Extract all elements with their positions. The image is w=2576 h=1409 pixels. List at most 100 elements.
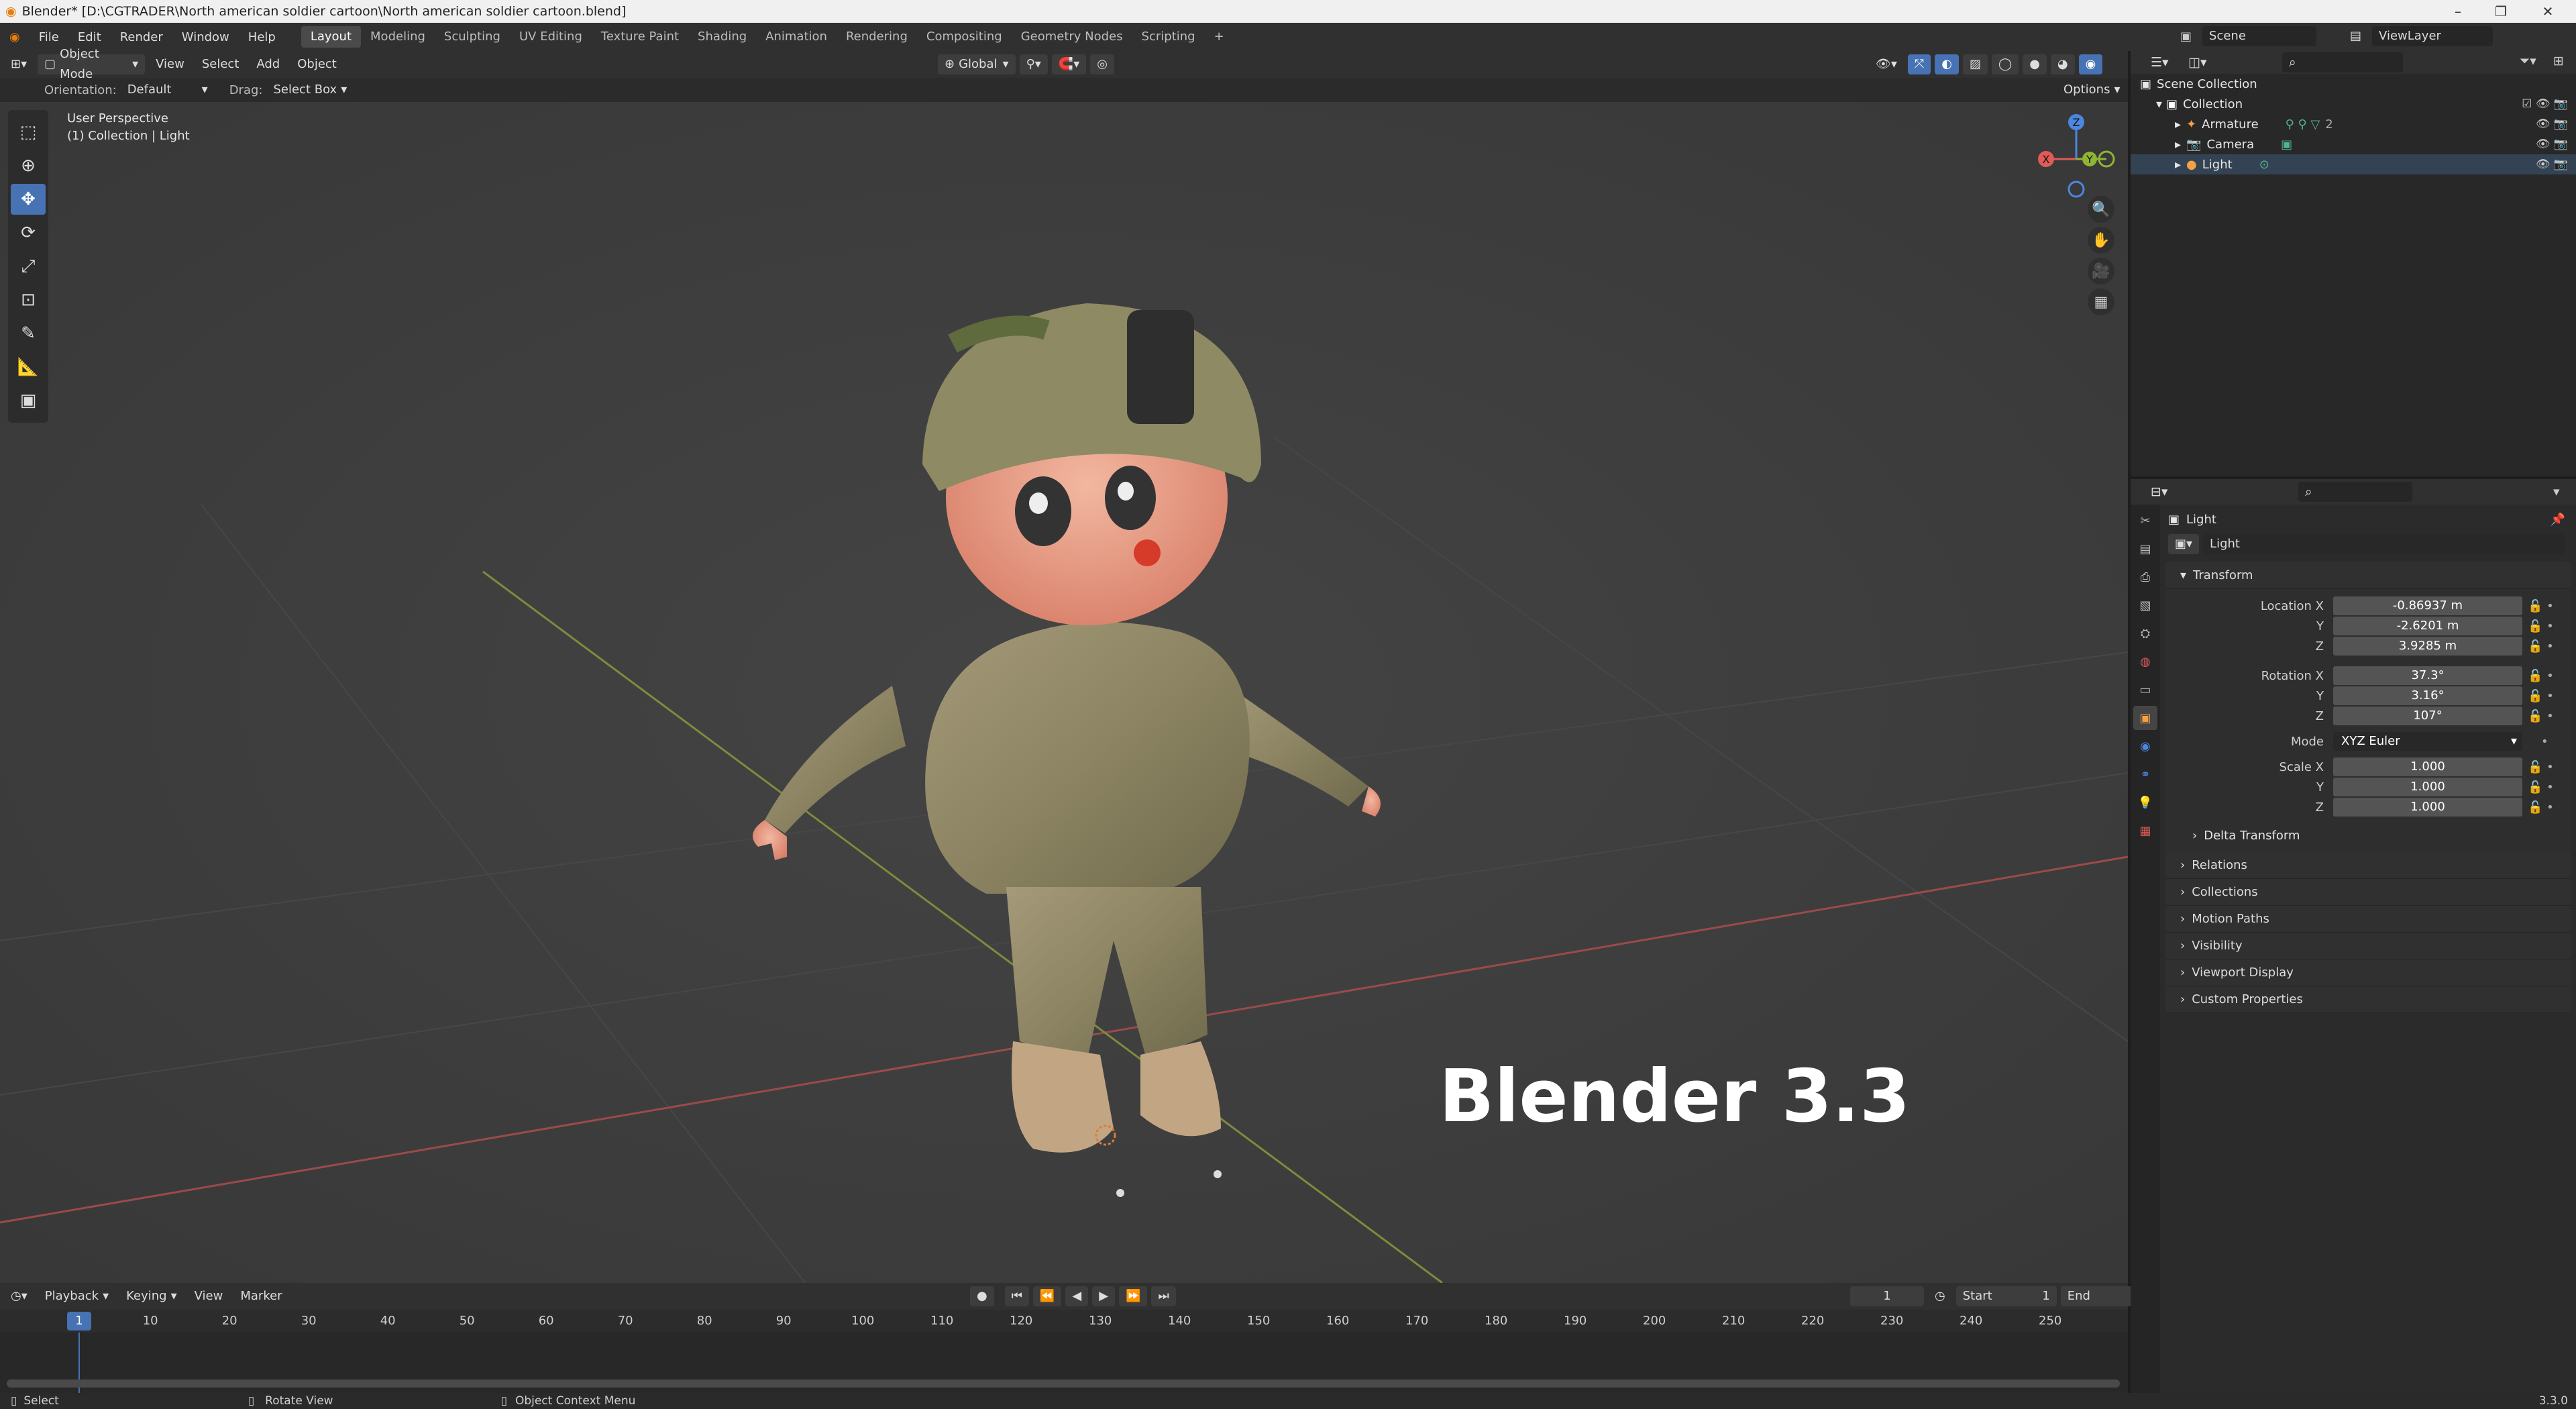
add-workspace-icon[interactable]: + (1205, 26, 1234, 48)
editor-type-icon[interactable]: ⊞▾ (4, 54, 34, 74)
move-icon[interactable]: ✥ (11, 184, 46, 215)
object-browser-icon[interactable]: ▣▾ (2168, 534, 2200, 554)
timeline-view-menu[interactable]: View (187, 1286, 230, 1306)
tab-texture-paint[interactable]: Texture Paint (592, 26, 688, 48)
playback-menu[interactable]: Playback ▾ (38, 1286, 116, 1306)
armature-visibility[interactable]: 👁 📷 (2536, 117, 2568, 131)
expand-icon[interactable]: ▸ (2175, 138, 2181, 152)
options-button[interactable]: Options ▾ (2057, 80, 2127, 100)
lock-icon[interactable]: 🔓 • (2528, 619, 2554, 633)
relations-panel[interactable]: › Relations (2165, 852, 2571, 879)
outliner-item-camera[interactable]: ▸ 📷 Camera ▣ 👁 📷 (2131, 134, 2576, 154)
camera-icon[interactable]: 🎥 (2088, 258, 2114, 284)
texture-tab-icon[interactable]: ▦ (2133, 819, 2157, 843)
pivot-icon[interactable]: ⚲▾ (1019, 54, 1048, 74)
object-name[interactable]: Light (2186, 513, 2216, 527)
properties-search[interactable]: ⌕ (2298, 482, 2412, 502)
xray-icon[interactable]: ▨ (1963, 54, 1988, 74)
3d-viewport[interactable]: User Perspective (1) Collection | Light … (0, 102, 2128, 1283)
drag-selector[interactable]: Select Box ▾ (266, 80, 354, 100)
lock-icon[interactable]: 🔓 • (2528, 639, 2554, 654)
lock-icon[interactable]: 🔓 • (2528, 780, 2554, 794)
frame-ruler[interactable]: 1 10 20 30 40 50 60 70 80 90 100 110 120 130 140 150 16… (0, 1310, 2128, 1333)
prev-key-icon[interactable]: ⏪ (1032, 1286, 1062, 1306)
minimize-icon[interactable]: – (2439, 0, 2477, 23)
maximize-icon[interactable]: ❐ (2482, 0, 2520, 23)
location-x-field[interactable]: -0.86937 m (2333, 596, 2522, 615)
outliner-collection[interactable]: ▾ ▣ Collection ☑ 👁 📷 (2131, 94, 2576, 114)
visibility-panel[interactable]: › Visibility (2165, 933, 2571, 959)
view-layer-icon[interactable]: ▤ (2343, 26, 2369, 46)
keying-menu[interactable]: Keying ▾ (119, 1286, 184, 1306)
tab-sculpting[interactable]: Sculpting (435, 26, 510, 48)
add-cube-icon[interactable]: ▣ (11, 385, 46, 416)
tool-tab-icon[interactable]: ✂ (2133, 509, 2157, 533)
tab-shading[interactable]: Shading (688, 26, 756, 48)
solid-shading-icon[interactable]: ● (2023, 54, 2047, 74)
expand-icon[interactable]: ▾ (2156, 97, 2162, 111)
tab-uv-editing[interactable]: UV Editing (510, 26, 592, 48)
marker-menu[interactable]: Marker (233, 1286, 289, 1306)
tab-modeling[interactable]: Modeling (361, 26, 435, 48)
record-icon[interactable]: ● (970, 1286, 994, 1306)
lock-icon[interactable]: 🔓 • (2528, 800, 2554, 815)
jump-start-icon[interactable]: ⏮ (1004, 1286, 1029, 1306)
constraints-tab-icon[interactable]: ⚭ (2133, 762, 2157, 786)
camera-visibility[interactable]: 👁 📷 (2536, 138, 2568, 151)
scale-z-field[interactable]: 1.000 (2333, 798, 2522, 817)
menu-object[interactable]: Object (290, 54, 343, 74)
tab-compositing[interactable]: Compositing (917, 26, 1012, 48)
overlay-toggle-icon[interactable]: ◐ (1935, 54, 1960, 74)
chevron-down-icon[interactable]: ▾ (2553, 484, 2560, 499)
menu-add[interactable]: Add (250, 54, 287, 74)
viewport-display-panel[interactable]: › Viewport Display (2165, 959, 2571, 986)
lock-icon[interactable]: 🔓 • (2528, 599, 2554, 613)
transform-icon[interactable]: ⊡ (11, 284, 46, 315)
timeline-editor-icon[interactable]: ◷▾ (4, 1286, 34, 1306)
transform-panel-header[interactable]: ▾ Transform (2165, 562, 2571, 589)
location-z-field[interactable]: 3.9285 m (2333, 637, 2522, 656)
outliner-item-armature[interactable]: ▸ ✦ Armature ⚲ ⚲ ▽ 2 👁 📷 (2131, 114, 2576, 134)
render-tab-icon[interactable]: ▤ (2133, 537, 2157, 561)
timeline-scrollbar[interactable] (7, 1379, 2120, 1388)
gizmo-toggle-icon[interactable]: ⤧ (1907, 54, 1931, 74)
zoom-icon[interactable]: 🔍 (2088, 196, 2114, 223)
menu-render[interactable]: Render (111, 30, 172, 44)
menu-view[interactable]: View (149, 54, 191, 74)
output-tab-icon[interactable]: ⎙ (2133, 565, 2157, 589)
properties-editor-icon[interactable]: ⊟▾ (2144, 482, 2175, 502)
rendered-shading-icon[interactable]: ◉ (2078, 54, 2103, 74)
next-key-icon[interactable]: ⏩ (1119, 1286, 1148, 1306)
pin-icon[interactable]: 📌 (2551, 513, 2565, 527)
object-name-field[interactable]: Light (2203, 534, 2566, 554)
wireframe-shading-icon[interactable]: ◯ (1992, 54, 2019, 74)
scale-icon[interactable]: ⤢ (11, 251, 46, 282)
tab-geometry-nodes[interactable]: Geometry Nodes (1012, 26, 1132, 48)
tab-rendering[interactable]: Rendering (837, 26, 917, 48)
timeline[interactable]: 1 10 20 30 40 50 60 70 80 90 100 110 120 130 140 150 16… (0, 1310, 2128, 1393)
display-mode-icon[interactable]: ◫▾ (2182, 52, 2214, 72)
measure-icon[interactable]: 📐 (11, 352, 46, 382)
tab-animation[interactable]: Animation (756, 26, 837, 48)
close-icon[interactable]: ✕ (2529, 0, 2567, 23)
light-data-tab-icon[interactable]: 💡 (2133, 790, 2157, 815)
current-frame-marker[interactable]: 1 (67, 1312, 91, 1330)
menu-select[interactable]: Select (195, 54, 246, 74)
physics-tab-icon[interactable]: ◉ (2133, 734, 2157, 758)
annotate-icon[interactable]: ✎ (11, 318, 46, 349)
rotation-mode-select[interactable]: XYZ Euler ▾ (2333, 732, 2522, 751)
tab-scripting[interactable]: Scripting (1132, 26, 1205, 48)
rotation-z-field[interactable]: 107° (2333, 707, 2522, 725)
rotation-y-field[interactable]: 3.16° (2333, 686, 2522, 705)
material-shading-icon[interactable]: ◕ (2050, 54, 2075, 74)
outliner-editor-icon[interactable]: ☰▾ (2144, 52, 2176, 72)
navigation-gizmo[interactable]: Z Y X (2026, 109, 2127, 209)
object-tab-icon[interactable]: ▣ (2133, 706, 2157, 730)
start-frame-field[interactable]: Start 1 (1955, 1286, 2057, 1306)
select-box-icon[interactable]: ⬚ (11, 117, 46, 148)
rotate-icon[interactable]: ⟳ (11, 217, 46, 248)
menu-help[interactable]: Help (239, 30, 285, 44)
world-tab-icon[interactable]: ◍ (2133, 649, 2157, 674)
orientation-selector[interactable]: Default ▾ (120, 80, 215, 100)
new-collection-icon[interactable]: ⊞ (2553, 54, 2564, 68)
